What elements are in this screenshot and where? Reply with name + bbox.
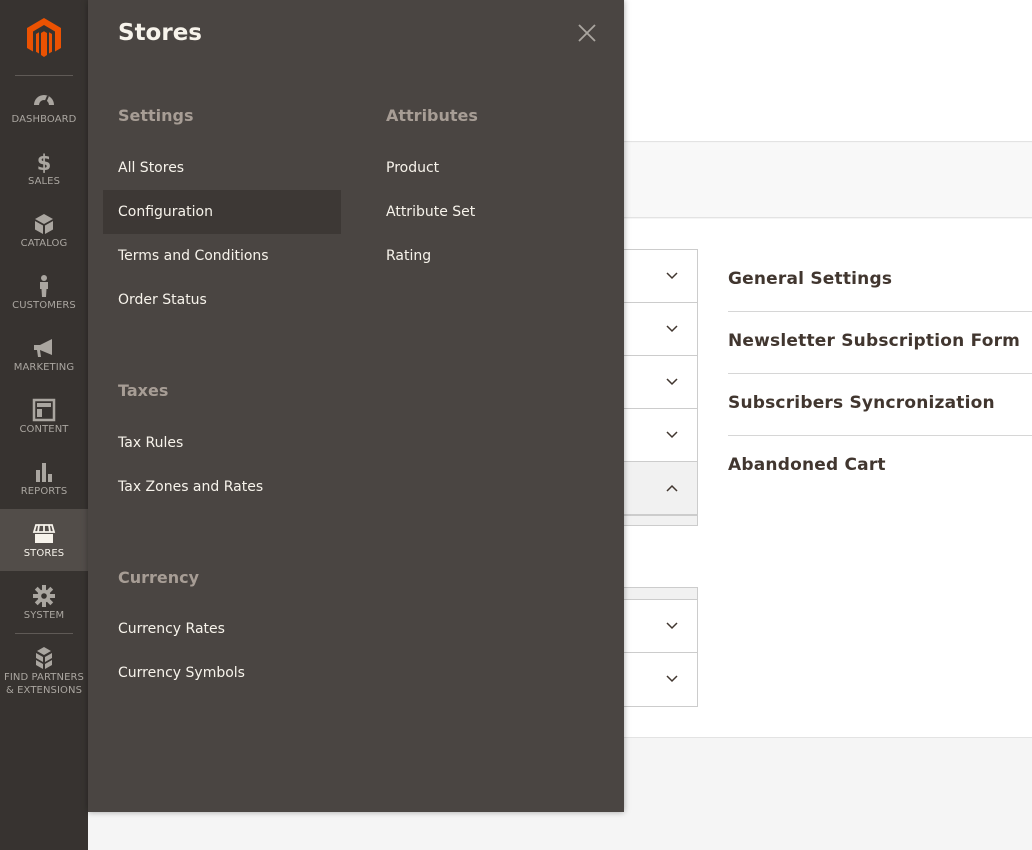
rail-divider (15, 633, 73, 634)
section-abandoned-cart[interactable]: Abandoned Cart (728, 436, 1032, 498)
close-icon[interactable] (574, 20, 600, 46)
dashboard-icon (34, 95, 54, 106)
rail-item-catalog[interactable]: CATALOG (0, 212, 88, 274)
chevron-down-icon (666, 675, 678, 683)
rail-item-label: MARKETING (13, 362, 75, 373)
group-title-currency: Currency (118, 568, 200, 587)
section-general-settings[interactable]: General Settings (728, 250, 1032, 312)
rail-item-content[interactable]: CONTENT (0, 398, 88, 460)
boxes-icon (36, 647, 52, 669)
bar-chart-icon (36, 463, 52, 482)
stores-submenu: Stores Settings All Stores Configuration… (88, 0, 624, 812)
group-title-settings: Settings (118, 106, 194, 125)
chevron-down-icon (666, 272, 678, 280)
rail-item-label-line2: & EXTENSIONS (5, 685, 83, 696)
menu-link-order-status[interactable]: Order Status (103, 278, 341, 322)
rail-item-label: CATALOG (20, 238, 68, 249)
admin-sidebar: DASHBOARD $ SALES CATALOG CUSTOMERS MARK… (0, 0, 88, 850)
chevron-down-icon (666, 431, 678, 439)
group-title-attributes: Attributes (386, 106, 478, 125)
menu-link-terms-and-conditions[interactable]: Terms and Conditions (103, 234, 341, 278)
rail-item-label: CUSTOMERS (12, 300, 76, 311)
rail-item-customers[interactable]: CUSTOMERS (0, 274, 88, 336)
rail-item-marketing[interactable]: MARKETING (0, 336, 88, 398)
chevron-up-icon (666, 484, 678, 492)
menu-link-rating[interactable]: Rating (371, 234, 609, 278)
rail-item-dashboard[interactable]: DASHBOARD (0, 88, 88, 150)
megaphone-icon (34, 339, 52, 357)
menu-link-currency-symbols[interactable]: Currency Symbols (103, 651, 341, 695)
rail-item-system[interactable]: SYSTEM (0, 584, 88, 646)
dollar-icon: $ (37, 151, 52, 174)
person-icon (40, 275, 48, 297)
menu-link-attribute-set[interactable]: Attribute Set (371, 190, 609, 234)
rail-item-label: SALES (27, 176, 61, 187)
rail-item-label: DASHBOARD (11, 114, 77, 125)
rail-item-find-partners[interactable]: FIND PARTNERS & EXTENSIONS (0, 646, 88, 702)
rail-item-label: CONTENT (19, 424, 69, 435)
rail-item-label: REPORTS (20, 486, 68, 497)
rail-item-label: FIND PARTNERS (3, 672, 85, 683)
rail-item-label: STORES (23, 548, 65, 559)
cube-icon (35, 214, 53, 234)
section-subscribers-sync[interactable]: Subscribers Syncronization (728, 374, 1032, 436)
section-newsletter-form[interactable]: Newsletter Subscription Form (728, 312, 1032, 374)
menu-link-tax-rules[interactable]: Tax Rules (103, 421, 341, 465)
gear-icon (33, 585, 55, 607)
storefront-icon (32, 524, 56, 543)
magento-logo-icon[interactable] (24, 17, 64, 59)
rail-item-label: SYSTEM (23, 610, 65, 621)
rail-divider (15, 75, 73, 76)
menu-link-product[interactable]: Product (371, 146, 609, 190)
chevron-down-icon (666, 325, 678, 333)
chevron-down-icon (666, 622, 678, 630)
menu-link-currency-rates[interactable]: Currency Rates (103, 607, 341, 651)
svg-text:$: $ (37, 151, 52, 174)
menu-link-configuration[interactable]: Configuration (103, 190, 341, 234)
layout-icon (32, 398, 56, 422)
menu-link-all-stores[interactable]: All Stores (103, 146, 341, 190)
group-title-taxes: Taxes (118, 381, 169, 400)
chevron-down-icon (666, 378, 678, 386)
submenu-title: Stores (118, 20, 202, 46)
rail-item-stores[interactable]: STORES (0, 509, 88, 571)
rail-item-sales[interactable]: $ SALES (0, 150, 88, 212)
config-section-list: General Settings Newsletter Subscription… (728, 250, 1032, 498)
menu-link-tax-zones-and-rates[interactable]: Tax Zones and Rates (103, 465, 341, 509)
